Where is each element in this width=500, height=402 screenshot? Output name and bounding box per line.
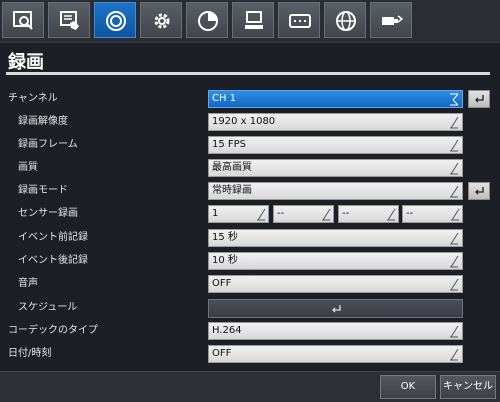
system-tab[interactable] bbox=[232, 2, 274, 38]
datetime-value: OFF bbox=[212, 348, 232, 359]
search-monitor-tab[interactable] bbox=[2, 2, 44, 38]
dropdown-slash-icon bbox=[450, 116, 459, 129]
record-tab[interactable] bbox=[94, 2, 136, 38]
title-divider bbox=[6, 72, 490, 75]
backup-tab[interactable] bbox=[370, 2, 412, 38]
top-toolbar bbox=[0, 0, 500, 43]
audio-select[interactable]: OFF bbox=[208, 275, 463, 293]
codec-label: コーデックのタイプ bbox=[8, 325, 98, 336]
cancel-button[interactable]: キャンセル bbox=[440, 375, 496, 399]
channel-value: CH 1 bbox=[212, 93, 237, 104]
sensor-select-3[interactable]: -- bbox=[338, 205, 399, 223]
enter-arrow-icon bbox=[332, 305, 341, 313]
playback-hand-icon bbox=[60, 11, 79, 30]
device-tab[interactable] bbox=[278, 2, 320, 38]
channel-select[interactable]: CH 1 bbox=[208, 90, 463, 108]
audio-label: 音声 bbox=[18, 278, 38, 289]
dropdown-slash-icon bbox=[257, 208, 266, 221]
footer-bar: OK キャンセル bbox=[0, 371, 500, 402]
channel-label: チャンネル bbox=[8, 93, 58, 104]
pre-event-select[interactable]: 15 秒 bbox=[208, 229, 463, 247]
playback-tab[interactable] bbox=[48, 2, 90, 38]
record-mode-apply-button[interactable] bbox=[468, 182, 490, 200]
frame-rate-select[interactable]: 15 FPS bbox=[208, 136, 463, 154]
statistics-tab[interactable] bbox=[186, 2, 228, 38]
record-icon bbox=[106, 11, 126, 31]
network-globe-icon bbox=[336, 11, 356, 31]
schedule-label: スケジュール bbox=[18, 302, 78, 313]
codec-value: H.264 bbox=[212, 325, 242, 336]
dropdown-slash-icon bbox=[450, 348, 459, 361]
dropdown-slash-icon bbox=[450, 93, 459, 106]
dropdown-slash-icon bbox=[450, 325, 459, 338]
audio-value: OFF bbox=[212, 278, 232, 289]
dropdown-slash-icon bbox=[387, 208, 396, 221]
keyboard-icon bbox=[289, 14, 311, 28]
settings-tab[interactable] bbox=[140, 2, 182, 38]
record-mode-select[interactable]: 常時録画 bbox=[208, 182, 463, 200]
pre-event-value: 15 秒 bbox=[212, 232, 238, 243]
dropdown-slash-icon bbox=[450, 255, 459, 268]
frame-rate-value: 15 FPS bbox=[212, 139, 247, 150]
network-tab[interactable] bbox=[324, 2, 366, 38]
pie-chart-icon bbox=[198, 11, 218, 31]
ok-button[interactable]: OK bbox=[380, 375, 436, 399]
system-terminal-icon bbox=[245, 11, 263, 29]
enter-arrow-icon bbox=[475, 187, 484, 195]
post-event-value: 10 秒 bbox=[212, 255, 238, 266]
sensor-value-4: -- bbox=[406, 208, 414, 219]
codec-select[interactable]: H.264 bbox=[208, 322, 463, 340]
page-title: 録画 bbox=[8, 52, 44, 73]
sensor-record-label: センサー録画 bbox=[18, 208, 78, 219]
search-monitor-icon bbox=[13, 11, 33, 30]
dropdown-slash-icon bbox=[322, 208, 331, 221]
sensor-value-3: -- bbox=[342, 208, 350, 219]
dropdown-slash-icon bbox=[450, 139, 459, 152]
sensor-select-1[interactable]: 1 bbox=[208, 205, 269, 223]
sensor-value-1: 1 bbox=[212, 208, 219, 219]
datetime-label: 日付/時刻 bbox=[8, 348, 52, 359]
dropdown-slash-icon bbox=[450, 278, 459, 291]
enter-arrow-icon bbox=[475, 95, 484, 103]
pre-event-label: イベント前記録 bbox=[18, 232, 88, 243]
record-mode-label: 録画モード bbox=[18, 185, 68, 196]
dropdown-slash-icon bbox=[450, 232, 459, 245]
frame-rate-label: 録画フレーム bbox=[18, 139, 78, 150]
gear-icon bbox=[154, 13, 170, 29]
resolution-select[interactable]: 1920 x 1080 bbox=[208, 113, 463, 131]
sensor-select-2[interactable]: -- bbox=[273, 205, 334, 223]
sensor-value-2: -- bbox=[277, 208, 285, 219]
quality-label: 画質 bbox=[18, 162, 38, 173]
dropdown-slash-icon bbox=[451, 208, 460, 221]
channel-copy-button[interactable] bbox=[468, 90, 490, 108]
usb-backup-icon bbox=[382, 15, 404, 25]
post-event-select[interactable]: 10 秒 bbox=[208, 252, 463, 270]
quality-select[interactable]: 最高画質 bbox=[208, 159, 463, 177]
record-mode-value: 常時録画 bbox=[212, 185, 252, 196]
quality-value: 最高画質 bbox=[212, 162, 252, 173]
resolution-label: 録画解像度 bbox=[18, 116, 68, 127]
dropdown-slash-icon bbox=[450, 185, 459, 198]
post-event-label: イベント後記録 bbox=[18, 255, 88, 266]
dropdown-slash-icon bbox=[450, 162, 459, 175]
sensor-select-4[interactable]: -- bbox=[402, 205, 463, 223]
datetime-select[interactable]: OFF bbox=[208, 345, 463, 363]
resolution-value: 1920 x 1080 bbox=[212, 116, 276, 127]
schedule-button[interactable] bbox=[208, 299, 463, 318]
